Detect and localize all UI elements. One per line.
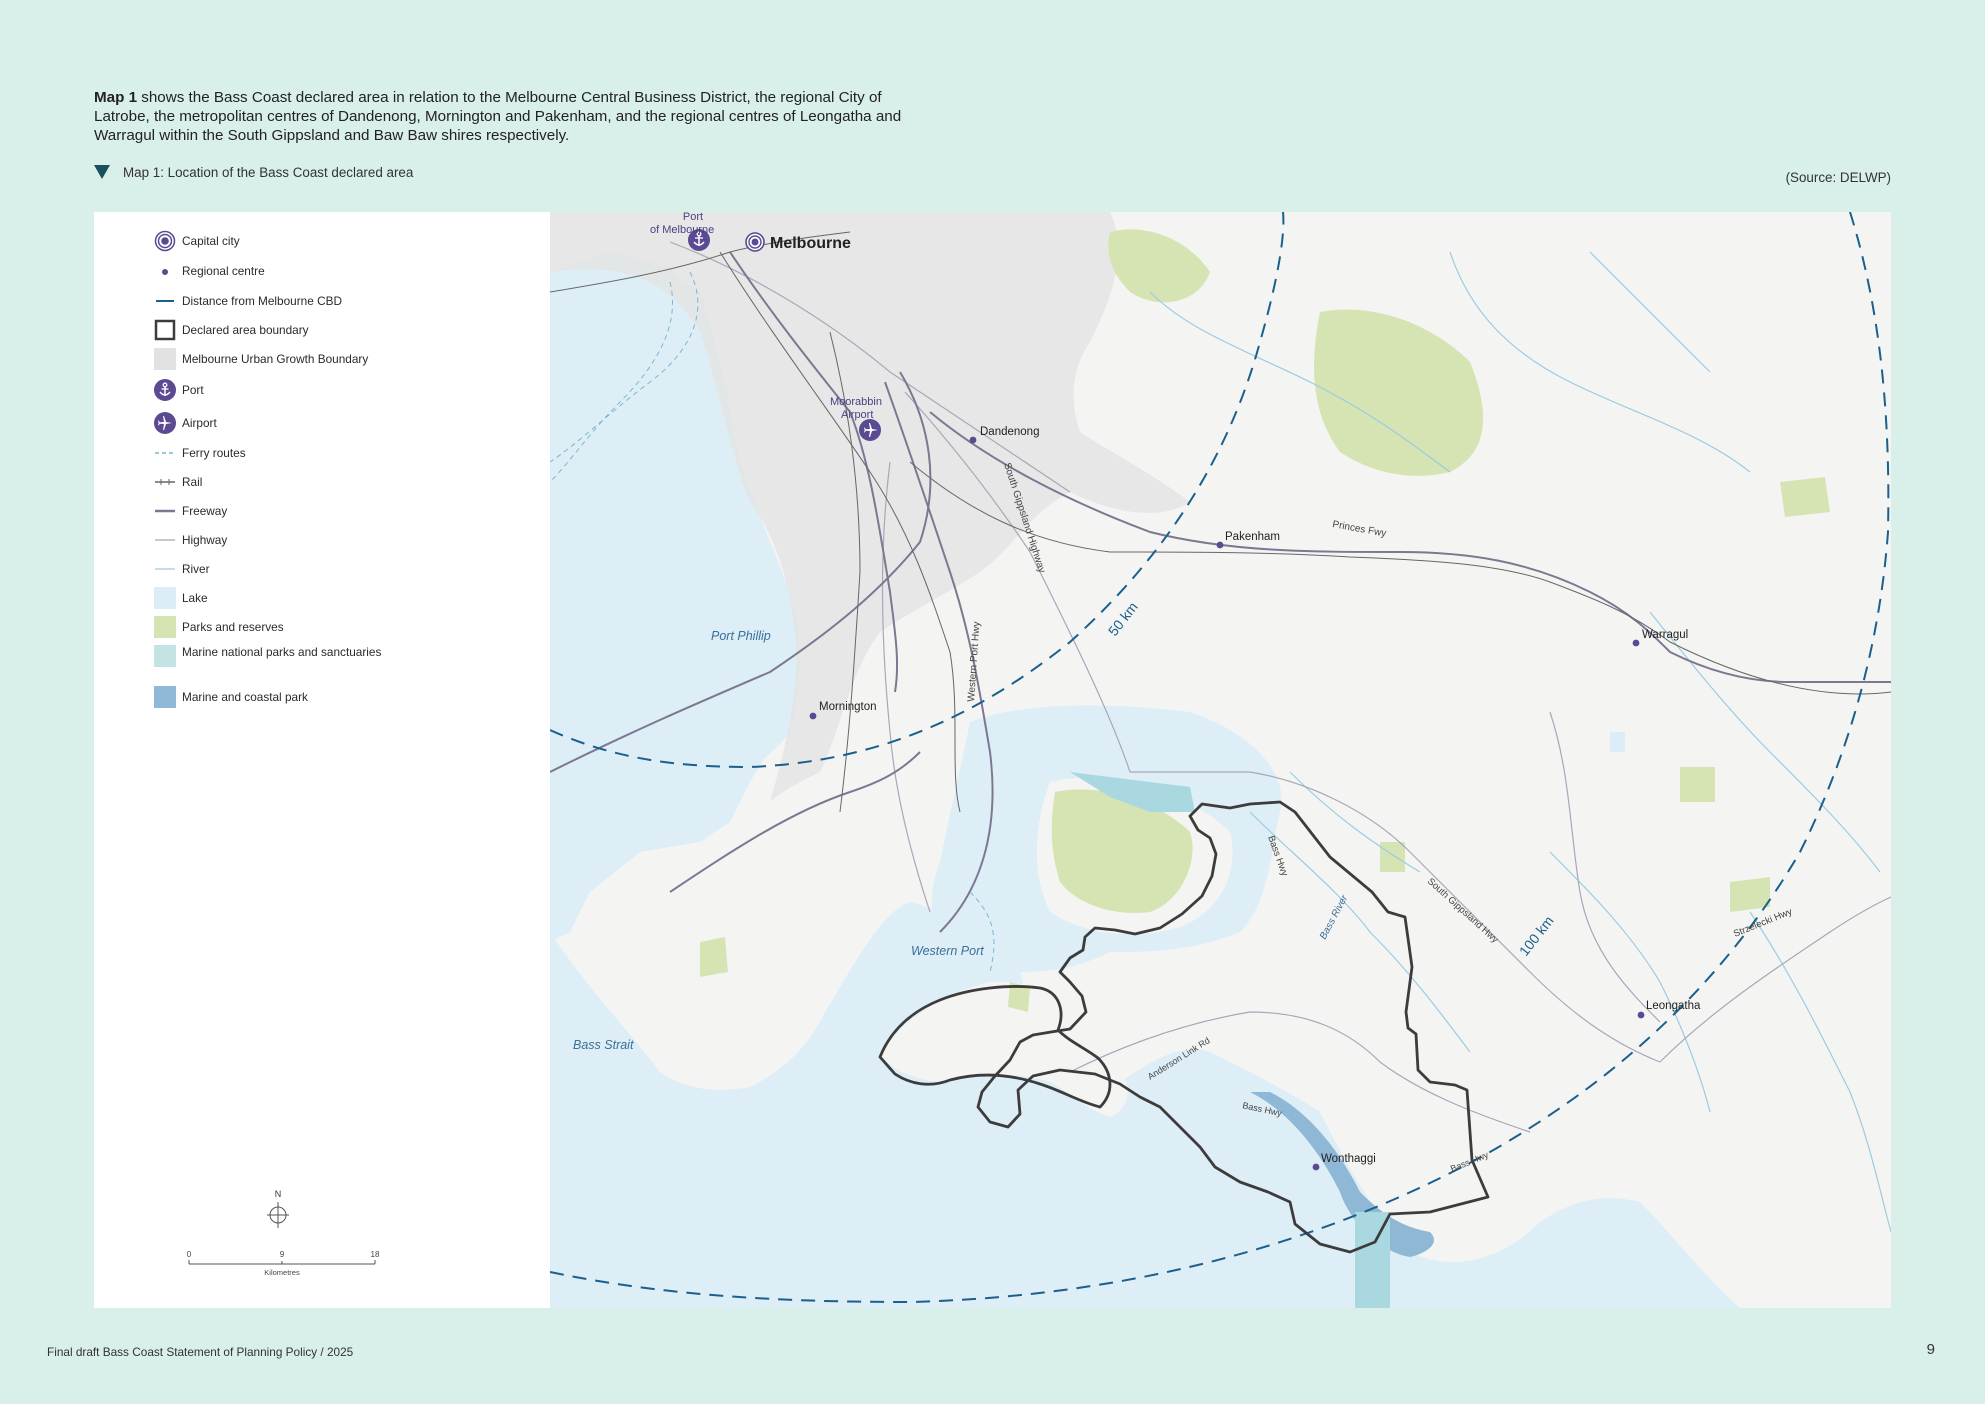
label-moorabbin-line1: Moorabbin (830, 396, 882, 408)
rail-icon (155, 479, 175, 485)
scale-tick-18: 18 (371, 1250, 380, 1259)
scale-bar: 0 9 18 Kilometres (186, 1247, 386, 1287)
leongatha-dot-icon (1637, 1011, 1645, 1019)
legend-item-port: Port (154, 379, 434, 403)
freeway-icon (155, 509, 175, 513)
legend-item-capital-city: Capital city (154, 230, 434, 254)
map-caption-source: (Source: DELWP) (1785, 170, 1891, 185)
legend-item-regional-centre: Regional centre (154, 260, 434, 284)
legend-item-urban-growth: Melbourne Urban Growth Boundary (154, 348, 434, 372)
intro-text: shows the Bass Coast declared area in re… (94, 89, 902, 144)
legend-label: River (182, 562, 210, 576)
north-label: N (275, 1189, 282, 1199)
lake-cardinia (1610, 732, 1625, 752)
legend-item-marine-np: Marine national parks and sanctuaries (154, 645, 434, 681)
map-caption-row: Map 1: Location of the Bass Coast declar… (94, 162, 1891, 185)
legend-item-lake: Lake (154, 587, 434, 611)
legend-panel: Capital city Regional centre Distance fr… (94, 212, 550, 1308)
label-leongatha: Leongatha (1646, 1000, 1701, 1012)
wonthaggi-dot-icon (1312, 1163, 1320, 1171)
legend-item-parks: Parks and reserves (154, 616, 434, 640)
highway-icon (155, 539, 175, 541)
airplane-icon (154, 412, 176, 434)
legend-label: Highway (182, 533, 228, 547)
legend-label: Marine national parks and sanctuaries (182, 645, 382, 659)
page-number: 9 (1926, 1341, 1935, 1358)
legend-label: Lake (182, 591, 208, 605)
legend-label: Regional centre (182, 264, 265, 278)
scale-unit: Kilometres (264, 1268, 300, 1277)
legend-label: Freeway (182, 504, 228, 518)
label-warragul: Warragul (1642, 629, 1688, 641)
label-moorabbin-line2: Airport (841, 409, 873, 421)
legend-label: Parks and reserves (182, 620, 284, 634)
legend-item-river: River (154, 558, 434, 582)
label-port-line1: Port (683, 212, 703, 223)
footer-document: Final draft Bass Coast Statement of Plan… (47, 1345, 354, 1359)
label-port-phillip: Port Phillip (711, 629, 771, 643)
scale-bar-graphic: 0 9 18 Kilometres (187, 1250, 380, 1277)
label-bass-strait: Bass Strait (573, 1038, 634, 1052)
legend-item-highway: Highway (154, 529, 434, 553)
legend-label: Rail (182, 475, 203, 489)
compass-icon: N (267, 1189, 289, 1228)
legend-label: Distance from Melbourne CBD (182, 294, 342, 308)
north-arrow: N (264, 1187, 289, 1233)
legend-item-ferry: Ferry routes (154, 442, 434, 466)
legend-item-airport: Airport (154, 412, 434, 436)
map-caption-title: Map 1: Location of the Bass Coast declar… (123, 165, 414, 180)
urban-growth-swatch (154, 348, 176, 370)
label-wonthaggi: Wonthaggi (1321, 1153, 1376, 1165)
intro-paragraph: Map 1 shows the Bass Coast declared area… (94, 88, 914, 145)
legend-label: Melbourne Urban Growth Boundary (182, 352, 369, 366)
river-icon (155, 568, 175, 570)
legend-label: Ferry routes (182, 446, 246, 460)
melbourne-capital-icon (745, 232, 765, 252)
legend-item-distance: Distance from Melbourne CBD (154, 290, 434, 314)
dandenong-dot-icon (969, 436, 977, 444)
legend-label: Port (182, 383, 204, 397)
legend-item-freeway: Freeway (154, 500, 434, 524)
legend-item-boundary: Declared area boundary (154, 319, 434, 343)
scale-tick-9: 9 (280, 1250, 285, 1259)
lake-swatch (154, 587, 176, 609)
scale-tick-0: 0 (187, 1250, 192, 1259)
parks-swatch (154, 616, 176, 638)
label-mornington: Mornington (819, 701, 877, 713)
regional-centre-icon (162, 269, 168, 275)
map-svg: Melbourne Port of Melbourne Moorabbin Ai… (550, 212, 1891, 1308)
caption-triangle-icon (94, 165, 110, 179)
anchor-icon (154, 379, 176, 401)
label-port-line2: of Melbourne (650, 224, 714, 236)
legend-item-marine-coastal: Marine and coastal park (154, 686, 434, 710)
capital-city-icon (154, 230, 176, 252)
moorabbin-airport-icon (859, 419, 881, 441)
pakenham-dot-icon (1216, 541, 1224, 549)
label-dandenong: Dandenong (980, 426, 1039, 438)
label-pakenham: Pakenham (1225, 531, 1280, 543)
warragul-dot-icon (1632, 639, 1640, 647)
distance-line-icon (156, 300, 174, 302)
marine-np-swatch (154, 645, 176, 667)
legend-label: Declared area boundary (182, 323, 309, 337)
label-melbourne: Melbourne (770, 235, 851, 252)
label-western-port: Western Port (911, 944, 984, 958)
ferry-route-icon (155, 452, 175, 454)
intro-bold: Map 1 (94, 89, 138, 106)
marine-coastal-swatch (154, 686, 176, 708)
map-canvas[interactable]: Melbourne Port of Melbourne Moorabbin Ai… (550, 212, 1891, 1308)
boundary-box-icon (154, 319, 176, 341)
legend-label: Airport (182, 416, 217, 430)
legend-label: Marine and coastal park (182, 690, 308, 704)
mornington-dot-icon (809, 712, 817, 720)
legend-label: Capital city (182, 234, 240, 248)
legend-item-rail: Rail (154, 471, 434, 495)
